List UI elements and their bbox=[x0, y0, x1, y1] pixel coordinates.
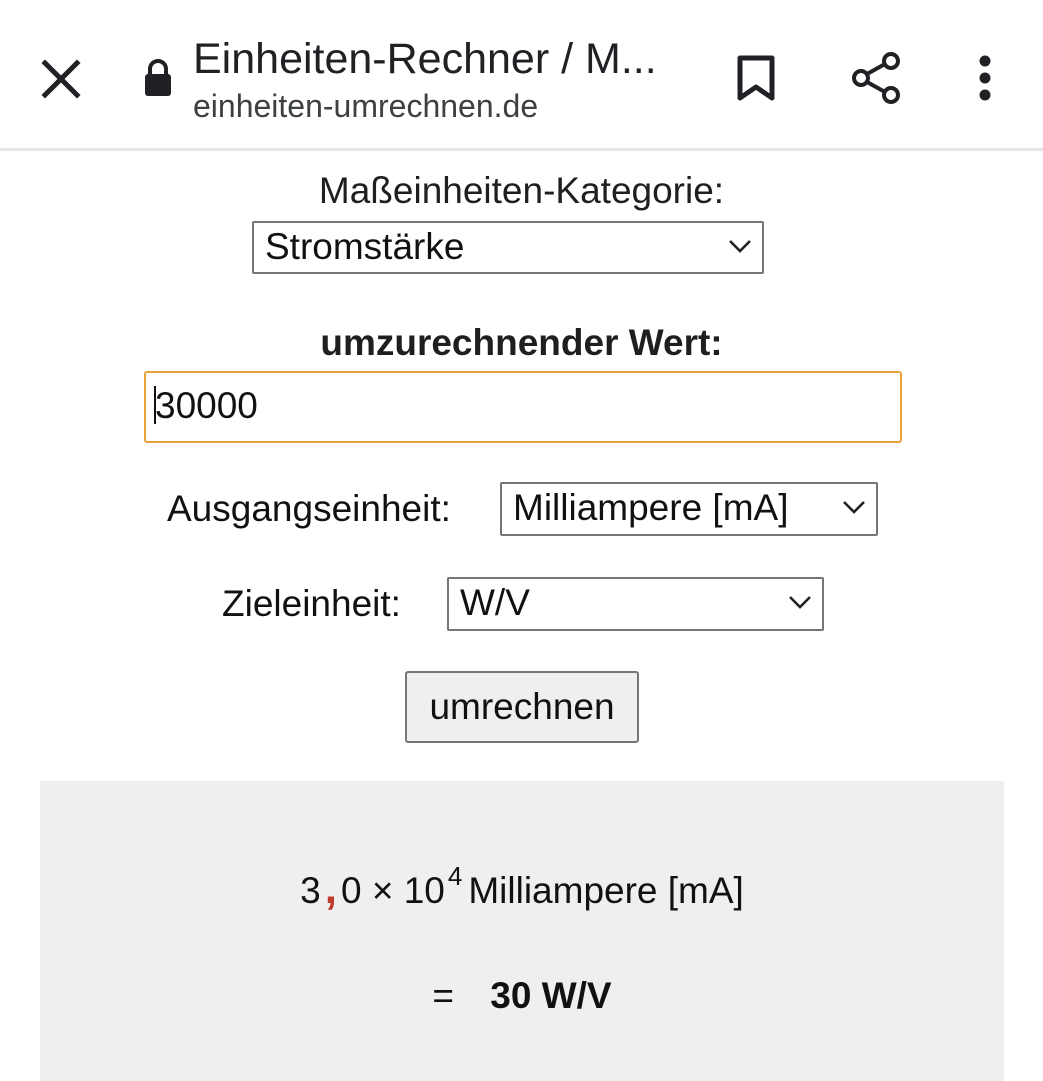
category-label: Maßeinheiten-Kategorie: bbox=[318, 170, 725, 211]
chevron-down-icon bbox=[843, 501, 865, 514]
result-source-unit: Milliampere [mA] bbox=[468, 870, 744, 911]
lock-icon bbox=[140, 58, 176, 98]
result-target-line: = 30 W/V bbox=[40, 971, 1004, 1021]
result-decimal-comma: , bbox=[324, 864, 337, 913]
bookmark-button[interactable] bbox=[724, 46, 788, 110]
value-input-text: 30000 bbox=[155, 385, 258, 426]
result-mantissa-int: 3 bbox=[300, 870, 321, 911]
more-vert-icon bbox=[979, 55, 991, 101]
result-converted-value: 30 W/V bbox=[490, 975, 612, 1016]
target-unit-value: W/V bbox=[460, 582, 530, 623]
result-equals: = bbox=[432, 975, 454, 1016]
result-panel: 3, 0 × 10 4 Milliampere [mA] = 30 W/V bbox=[40, 781, 1004, 1081]
value-label: umzurechnender Wert: bbox=[320, 322, 723, 363]
share-button[interactable] bbox=[844, 46, 908, 110]
target-unit-select[interactable]: W/V bbox=[447, 577, 824, 631]
source-unit-label: Ausgangseinheit: bbox=[167, 488, 451, 529]
browser-toolbar: Einheiten-Rechner / M... einheiten-umrec… bbox=[0, 0, 1043, 151]
target-unit-label: Zieleinheit: bbox=[222, 583, 401, 624]
address-bar[interactable]: Einheiten-Rechner / M... einheiten-umrec… bbox=[193, 32, 673, 126]
page-title: Einheiten-Rechner / M... bbox=[193, 35, 657, 83]
page-content: Maßeinheiten-Kategorie: Stromstärke umzu… bbox=[0, 151, 1043, 1081]
result-base: 10 bbox=[403, 870, 445, 911]
bookmark-icon bbox=[737, 55, 775, 101]
chevron-down-icon bbox=[729, 240, 751, 253]
more-options-button[interactable] bbox=[955, 46, 1015, 110]
result-source-line: 3, 0 × 10 4 Milliampere [mA] bbox=[40, 851, 1004, 916]
source-unit-value: Milliampere [mA] bbox=[513, 487, 789, 528]
share-icon bbox=[852, 52, 900, 104]
convert-button[interactable]: umrechnen bbox=[405, 671, 639, 743]
value-input[interactable]: 30000 bbox=[144, 371, 902, 443]
result-mantissa-frac: 0 bbox=[340, 870, 362, 911]
category-select-value: Stromstärke bbox=[265, 226, 465, 267]
close-icon bbox=[41, 59, 81, 99]
page-url: einheiten-umrechnen.de bbox=[193, 88, 539, 124]
result-times-sign: × bbox=[371, 870, 394, 911]
chevron-down-icon bbox=[789, 596, 811, 609]
source-unit-select[interactable]: Milliampere [mA] bbox=[500, 482, 878, 536]
result-exponent: 4 bbox=[447, 861, 463, 891]
close-button[interactable] bbox=[30, 48, 92, 110]
category-select[interactable]: Stromstärke bbox=[252, 221, 764, 274]
